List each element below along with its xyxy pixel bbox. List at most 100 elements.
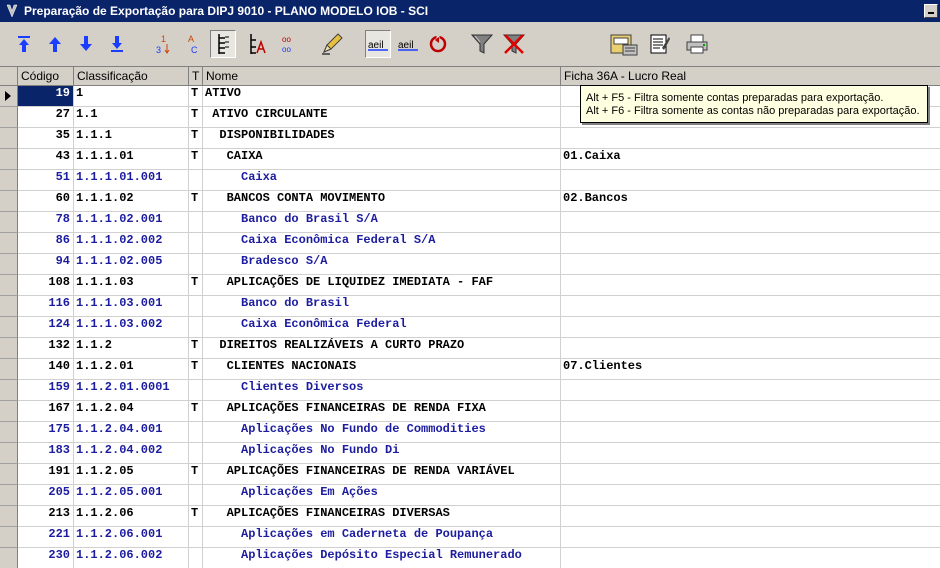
row-indicator[interactable] [0,464,18,485]
sort-numeric-button[interactable]: 1 3 [150,30,176,58]
classification-cell[interactable]: 1.1.2.04.002 [74,443,189,464]
classification-cell[interactable]: 1.1.2.01.0001 [74,380,189,401]
type-cell[interactable] [189,443,203,464]
type-cell[interactable]: T [189,191,203,212]
classification-cell[interactable]: 1.1.2.06.002 [74,548,189,568]
type-cell[interactable]: T [189,464,203,485]
ficha-cell[interactable] [561,296,940,317]
row-indicator[interactable] [0,422,18,443]
type-cell[interactable] [189,170,203,191]
sort-alpha-button[interactable]: A C [180,30,206,58]
last-record-button[interactable] [104,30,130,58]
name-cell[interactable]: Aplicações Em Ações [203,485,561,506]
classification-cell[interactable]: 1.1.2.06.001 [74,527,189,548]
code-cell[interactable]: 213 [18,506,74,527]
code-cell[interactable]: 230 [18,548,74,568]
ficha-cell[interactable] [561,506,940,527]
name-cell[interactable]: Aplicações em Caderneta de Poupança [203,527,561,548]
code-cell[interactable]: 132 [18,338,74,359]
table-row[interactable]: 175 1.1.2.04.001 Aplicações No Fundo de C… [0,422,940,443]
code-cell[interactable]: 78 [18,212,74,233]
ficha-cell[interactable] [561,527,940,548]
table-row[interactable]: 213 1.1.2.06 T APLICAÇÕES FINANCEIRAS DIVE… [0,506,940,527]
type-cell[interactable]: T [189,359,203,380]
code-cell[interactable]: 43 [18,149,74,170]
ficha-cell[interactable] [561,212,940,233]
column-header-classification[interactable]: Classificação [74,67,189,85]
type-cell[interactable] [189,317,203,338]
ficha-cell[interactable] [561,338,940,359]
row-indicator[interactable] [0,338,18,359]
type-cell[interactable] [189,212,203,233]
next-record-button[interactable] [73,30,99,58]
type-cell[interactable] [189,233,203,254]
classification-cell[interactable]: 1.1.2.06 [74,506,189,527]
ficha-cell[interactable] [561,464,940,485]
filter-button[interactable] [469,30,495,58]
ficha-cell[interactable] [561,275,940,296]
ficha-cell[interactable] [561,485,940,506]
code-cell[interactable]: 94 [18,254,74,275]
ficha-cell[interactable] [561,380,940,401]
ficha-cell[interactable] [561,128,940,149]
table-row[interactable]: 35 1.1.1 T DISPONIBILIDADES [0,128,940,149]
type-cell[interactable] [189,254,203,275]
column-header-ficha[interactable]: Ficha 36A - Lucro Real [561,67,940,85]
row-indicator[interactable] [0,296,18,317]
row-indicator[interactable] [0,212,18,233]
type-cell[interactable]: T [189,128,203,149]
row-indicator[interactable] [0,233,18,254]
table-row[interactable]: 191 1.1.2.05 T APLICAÇÕES FINANCEIRAS DE R… [0,464,940,485]
row-indicator[interactable] [0,107,18,128]
row-indicator[interactable] [0,128,18,149]
ficha-cell[interactable] [561,317,940,338]
row-indicator[interactable] [0,254,18,275]
column-header-name[interactable]: Nome [203,67,561,85]
type-cell[interactable] [189,527,203,548]
name-cell[interactable]: ATIVO CIRCULANTE [203,107,561,128]
ficha-cell[interactable] [561,443,940,464]
code-cell[interactable]: 159 [18,380,74,401]
classification-cell[interactable]: 1.1.1.03.002 [74,317,189,338]
report-button[interactable] [646,30,672,58]
classification-cell[interactable]: 1.1.1.03 [74,275,189,296]
name-cell[interactable]: BANCOS CONTA MOVIMENTO [203,191,561,212]
ficha-cell[interactable] [561,548,940,568]
type-cell[interactable] [189,296,203,317]
table-row[interactable]: 124 1.1.1.03.002 Caixa Econômica Federal [0,317,940,338]
type-cell[interactable] [189,380,203,401]
name-cell[interactable]: Banco do Brasil [203,296,561,317]
name-cell[interactable]: APLICAÇÕES DE LIQUIDEZ IMEDIATA - FAF [203,275,561,296]
first-record-button[interactable] [11,30,37,58]
name-cell[interactable]: Bradesco S/A [203,254,561,275]
table-row[interactable]: 43 1.1.1.01 T CAIXA 01.Caixa [0,149,940,170]
code-cell[interactable]: 19 [18,86,74,107]
ficha-cell[interactable]: 01.Caixa [561,149,940,170]
classification-cell[interactable]: 1.1.2.05 [74,464,189,485]
print-button[interactable] [684,30,710,58]
refresh-button[interactable] [425,30,451,58]
classification-cell[interactable]: 1.1.1.02.002 [74,233,189,254]
table-row[interactable]: 108 1.1.1.03 T APLICAÇÕES DE LIQUIDEZ IMED… [0,275,940,296]
type-cell[interactable]: T [189,401,203,422]
ficha-cell[interactable] [561,401,940,422]
toggle-button[interactable]: oo oo [275,30,301,58]
type-cell[interactable]: T [189,107,203,128]
row-indicator[interactable] [0,506,18,527]
type-cell[interactable] [189,485,203,506]
type-cell[interactable]: T [189,506,203,527]
code-cell[interactable]: 86 [18,233,74,254]
column-header-code[interactable]: Código [18,67,74,85]
code-cell[interactable]: 51 [18,170,74,191]
table-row[interactable]: 159 1.1.2.01.0001 Clientes Diversos [0,380,940,401]
name-cell[interactable]: Aplicações Depósito Especial Remunerado [203,548,561,568]
name-cell[interactable]: CLIENTES NACIONAIS [203,359,561,380]
name-cell[interactable]: Caixa Econômica Federal S/A [203,233,561,254]
classification-cell[interactable]: 1.1.2 [74,338,189,359]
tree-view-button[interactable] [210,30,236,58]
classification-cell[interactable]: 1.1.1.02.005 [74,254,189,275]
table-row[interactable]: 221 1.1.2.06.001 Aplicações em Caderneta … [0,527,940,548]
row-indicator[interactable] [0,170,18,191]
classification-cell[interactable]: 1.1.2.05.001 [74,485,189,506]
code-cell[interactable]: 116 [18,296,74,317]
